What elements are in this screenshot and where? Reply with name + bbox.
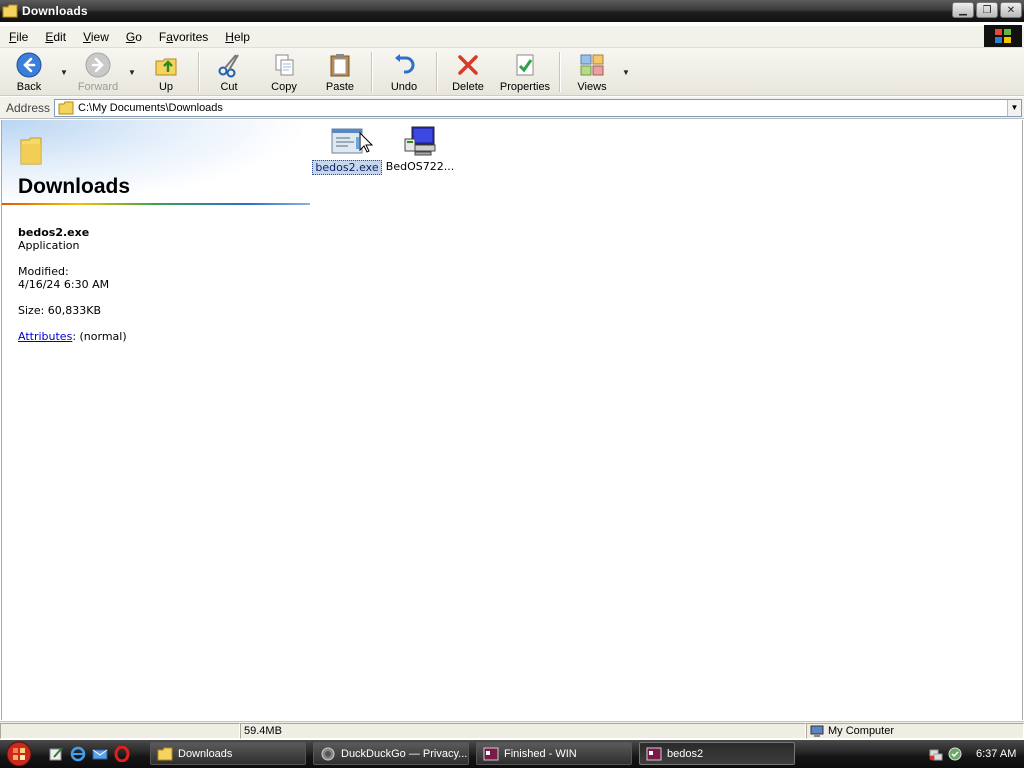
address-dropdown[interactable]: ▼ [1007, 99, 1021, 116]
up-button[interactable]: Up [138, 48, 194, 96]
menu-view[interactable]: View [74, 30, 117, 44]
detail-file-type: Application [18, 239, 80, 252]
panel-divider [2, 203, 310, 205]
address-field[interactable]: ▼ [54, 98, 1022, 117]
paste-button[interactable]: Paste [313, 48, 367, 96]
window-titlebar[interactable]: Downloads ▁ ❐ ✕ [0, 0, 1024, 22]
copy-icon [270, 51, 298, 79]
task-bedos2[interactable]: bedos2 [639, 742, 795, 765]
status-size: 59.4MB [240, 722, 806, 739]
app-icon [646, 747, 662, 760]
internet-explorer-icon[interactable] [70, 746, 86, 762]
views-button[interactable]: Views [564, 48, 620, 96]
toolbar-separator [198, 52, 199, 92]
detail-modified-value: 4/16/24 6:30 AM [18, 278, 110, 291]
clipboard-icon [326, 51, 354, 79]
forward-arrow-icon [84, 51, 112, 79]
menu-help[interactable]: Help [216, 30, 258, 44]
menu-favorites[interactable]: Favorites [150, 30, 216, 44]
installer-computer-icon [403, 124, 437, 158]
toolbar-separator [371, 52, 372, 92]
cut-button[interactable]: Cut [203, 48, 255, 96]
delete-x-icon [454, 51, 482, 79]
detail-modified-label: Modified: [18, 265, 69, 278]
views-dropdown[interactable]: ▼ [620, 48, 632, 96]
status-zone: My Computer [806, 722, 1024, 739]
folder-icon [157, 747, 173, 760]
menu-file[interactable]: File [0, 30, 36, 44]
back-arrow-icon [15, 51, 43, 79]
start-button[interactable] [0, 740, 38, 768]
forward-history-dropdown[interactable]: ▼ [126, 48, 138, 96]
scissors-icon [215, 51, 243, 79]
task-downloads[interactable]: Downloads [150, 742, 306, 765]
up-folder-icon [152, 51, 180, 79]
folder-icon [58, 101, 74, 114]
windows-logo-icon [984, 25, 1022, 47]
taskbar: Downloads DuckDuckGo — Privacy... Finish… [0, 740, 1024, 768]
file-label: BedOS722... [385, 160, 455, 173]
opera-icon[interactable] [114, 746, 130, 762]
status-bar: 59.4MB My Computer [0, 721, 1024, 739]
back-history-dropdown[interactable]: ▼ [58, 48, 70, 96]
clock[interactable]: 6:37 AM [976, 748, 1016, 760]
forward-button[interactable]: Forward [70, 48, 126, 96]
file-item-bedos2-exe[interactable]: bedos2.exe [309, 124, 385, 175]
mouse-pointer-icon [359, 132, 373, 153]
panel-title: Downloads [18, 175, 131, 198]
toolbar: Back ▼ Forward ▼ Up Cut Copy Paste Undo … [0, 48, 1024, 96]
detail-file-name: bedos2.exe [18, 226, 90, 239]
file-item-bedos722[interactable]: BedOS722... [382, 124, 458, 173]
menu-go[interactable]: Go [117, 30, 150, 44]
undo-button[interactable]: Undo [376, 48, 432, 96]
properties-icon [511, 51, 539, 79]
app-icon [483, 747, 499, 760]
folder-view[interactable]: Downloads bedos2.exe Application Modifie… [1, 120, 1023, 720]
menu-edit[interactable]: Edit [36, 30, 74, 44]
status-description [0, 722, 240, 739]
network-icon[interactable] [929, 747, 943, 761]
undo-arrow-icon [390, 51, 418, 79]
window-title: Downloads [22, 4, 88, 18]
task-finished-win[interactable]: Finished - WIN [476, 742, 632, 765]
copy-button[interactable]: Copy [255, 48, 313, 96]
task-duckduckgo[interactable]: DuckDuckGo — Privacy... [313, 742, 469, 765]
toolbar-separator [559, 52, 560, 92]
large-folder-icon [20, 137, 42, 165]
toolbar-separator [436, 52, 437, 92]
start-orb-icon [6, 741, 32, 767]
attributes-link[interactable]: Attributes [18, 330, 72, 343]
web-view-panel: Downloads bedos2.exe Application Modifie… [2, 120, 312, 718]
file-label: bedos2.exe [312, 160, 382, 175]
address-bar: Address ▼ [0, 97, 1024, 119]
mail-icon[interactable] [92, 746, 108, 762]
my-computer-icon [810, 725, 824, 737]
properties-button[interactable]: Properties [495, 48, 555, 96]
security-icon[interactable] [948, 747, 962, 761]
quick-launch [48, 746, 144, 762]
folder-icon [2, 4, 18, 18]
system-tray: 6:37 AM [924, 740, 1024, 768]
delete-button[interactable]: Delete [441, 48, 495, 96]
minimize-button[interactable]: ▁ [952, 2, 974, 18]
pen-icon[interactable] [48, 746, 64, 762]
detail-size: Size: 60,833KB [18, 304, 102, 317]
browser-icon [321, 747, 335, 760]
views-grid-icon [578, 51, 606, 79]
file-details: bedos2.exe Application Modified: 4/16/24… [18, 226, 127, 343]
address-label: Address [6, 100, 51, 115]
menu-bar: File Edit View Go Favorites Help [0, 25, 1024, 48]
close-button[interactable]: ✕ [1000, 2, 1022, 18]
restore-button[interactable]: ❐ [976, 2, 998, 18]
address-input[interactable] [78, 101, 1007, 114]
detail-attributes: Attributes: (normal) [18, 330, 127, 343]
back-button[interactable]: Back [0, 48, 58, 96]
